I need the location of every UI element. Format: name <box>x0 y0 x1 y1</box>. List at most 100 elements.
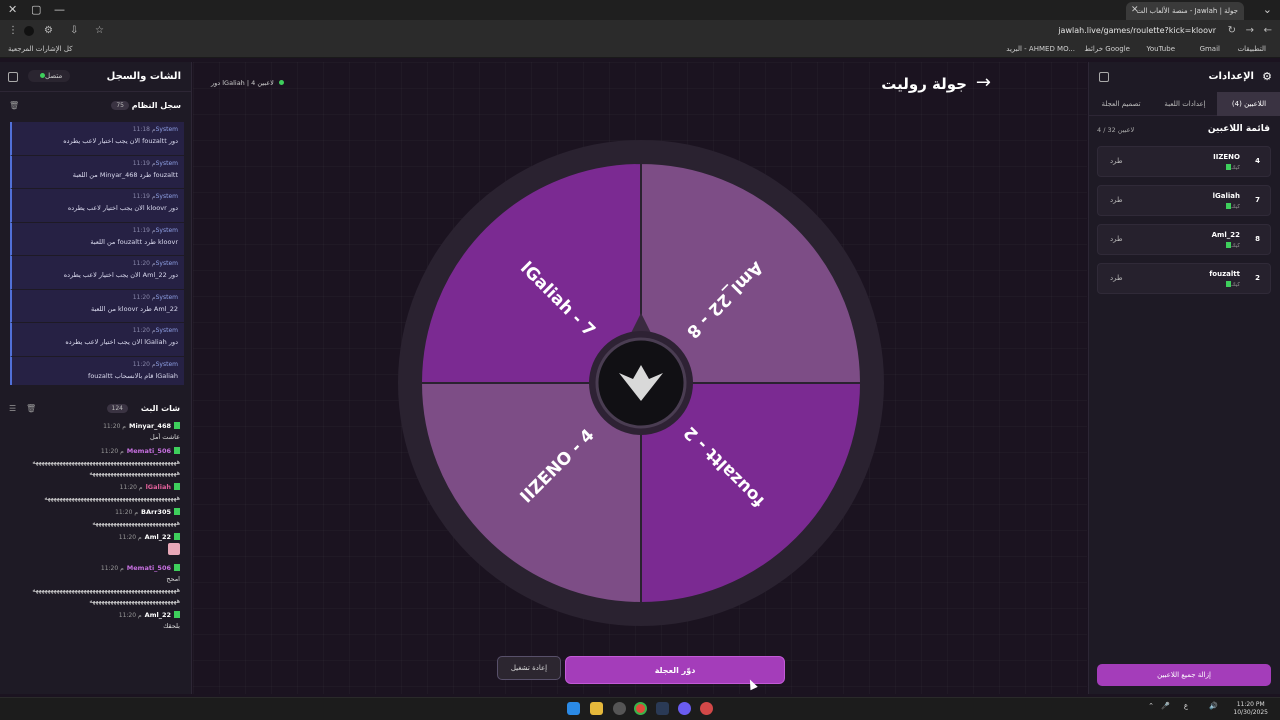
sticker-image <box>168 543 180 555</box>
kick-player-button[interactable]: طرد <box>1110 196 1123 204</box>
browser-tab[interactable]: ✕ جولة | Jawlah - منصة الألعاب الت <box>1126 2 1244 20</box>
log-time: 11:19 م <box>132 226 156 234</box>
log-time: 11:18 م <box>132 126 156 133</box>
reset-button[interactable]: إعادة تشغيل <box>497 656 561 680</box>
close-tab-icon[interactable]: ✕ <box>1131 5 1139 15</box>
bookmark-youtube[interactable]: YouTube <box>1147 45 1175 53</box>
extension-icon[interactable]: ⚙ <box>44 25 53 36</box>
system-clock[interactable]: 11:20 PM 10/30/2025 <box>1233 701 1268 717</box>
log-item: 11:20 مSystem lGaliah قام بالانسحاب fouza… <box>10 356 184 385</box>
collapse-panel-icon[interactable] <box>8 72 18 82</box>
log-text: fouzaltt طرد Minyar_468 من اللعبة <box>72 170 178 179</box>
trash-icon[interactable]: 🗑 <box>26 404 36 413</box>
profile-avatar[interactable] <box>24 26 34 36</box>
settings-panel: ⚙ الإعدادات اللاعبين (4) إعدادات اللعبة … <box>1088 62 1280 694</box>
log-item: 11:20 مSystem دور Aml_22 الان يجب اختيار … <box>10 256 184 290</box>
tab-wheel-design[interactable]: تصميم العجلة <box>1089 92 1153 116</box>
chat-user: 11:20 م BArr305 <box>10 508 180 516</box>
all-bookmarks[interactable]: كل الإشارات المرجعية <box>8 45 73 53</box>
log-text: دور Aml_22 الان يجب اختيار لاعب يطرده <box>63 271 178 279</box>
chat-username[interactable]: Minyar_468 <box>129 422 171 430</box>
tray-chevron-icon[interactable]: ⌃ <box>1148 702 1154 710</box>
roulette-wheel[interactable]: lGaliah - 7 Aml_22 - 8 fouzaltt - 2 IIZENO … <box>396 138 886 628</box>
chat-user: 11:20 م Memati_506 <box>10 447 180 455</box>
steam-icon[interactable] <box>656 702 669 715</box>
menu-icon[interactable]: ⋮ <box>8 25 18 36</box>
discord-icon[interactable] <box>678 702 691 715</box>
bookmark-gmail[interactable]: Gmail <box>1200 45 1220 53</box>
settings-app-icon[interactable] <box>613 702 626 715</box>
restore-window-icon[interactable]: ▢ <box>31 3 41 16</box>
settings-title: الإعدادات <box>1208 71 1254 82</box>
log-sender: System <box>155 327 178 334</box>
address-bar: ⋮ ⚙ ⇩ ☆ jawlah.live/games/roulette?kick=… <box>0 20 1280 42</box>
chat-message: 11:20 م Memati_506 ههههههههههههههههههههههه… <box>10 447 180 477</box>
chat-text: ههههههههههههههههههههههههههههه <box>92 519 180 527</box>
menu-lines-icon[interactable]: ☰ <box>9 404 16 413</box>
url-field[interactable]: jawlah.live/games/roulette?kick=kloovr <box>1058 26 1216 35</box>
tab-game-settings[interactable]: إعدادات اللعبة <box>1153 92 1217 116</box>
platform-label: كيك <box>1231 282 1240 288</box>
kick-player-button[interactable]: طرد <box>1110 274 1123 282</box>
tab-search-icon[interactable]: ⌄ <box>1263 3 1272 16</box>
back-arrow-icon[interactable]: → <box>976 72 991 93</box>
log-item: 11:20 مSystem دور lGaliah الان يجب اختيار… <box>10 323 184 357</box>
collapse-panel-icon[interactable] <box>1099 72 1109 82</box>
platform-label: كيك <box>1231 204 1240 210</box>
player-row: 4 IIZENO كيك طرد <box>1097 146 1271 177</box>
minimize-window-icon[interactable]: — <box>54 3 65 16</box>
windows-start-icon[interactable] <box>567 702 580 715</box>
gear-icon: ⚙ <box>1262 70 1272 83</box>
back-icon[interactable]: ← <box>1264 25 1272 36</box>
log-time: 11:20 م <box>132 360 156 368</box>
log-sender: System <box>155 293 178 301</box>
close-window-icon[interactable]: ✕ <box>8 3 17 16</box>
player-number: 8 <box>1255 235 1260 243</box>
chat-time: 11:20 م <box>100 448 124 455</box>
chat-username[interactable]: BArr305 <box>141 508 171 516</box>
download-icon[interactable]: ⇩ <box>70 25 78 36</box>
reload-icon[interactable]: ↻ <box>1228 25 1236 36</box>
players-list-title: قائمة اللاعبين <box>1207 124 1270 134</box>
chat-username[interactable]: Memati_506 <box>127 447 171 455</box>
chat-username[interactable]: Memati_506 <box>127 564 171 572</box>
log-meta: 11:19 مSystem <box>129 160 178 167</box>
live-chat-list[interactable]: 11:20 م Minyar_468 عاشت أمل 11:20 م Memati_5… <box>0 422 190 692</box>
player-row: 2 fouzaltt كيك طرد <box>1097 263 1271 294</box>
kick-player-button[interactable]: طرد <box>1110 235 1123 243</box>
remove-all-players-button[interactable]: إزالة جميع اللاعبين <box>1097 664 1271 686</box>
microphone-icon[interactable]: 🎤 <box>1161 702 1170 710</box>
tab-players[interactable]: اللاعبين (4) <box>1217 92 1280 116</box>
chat-username[interactable]: Aml_22 <box>145 611 171 619</box>
live-chat-header: 🗑 ☰ 124 شات البث <box>0 395 190 419</box>
file-explorer-icon[interactable] <box>590 702 603 715</box>
kick-badge-icon <box>174 564 180 571</box>
system-log-list[interactable]: 11:18 م System دور fouzaltt الان يجب اختيا… <box>0 122 190 385</box>
app-icon[interactable] <box>700 702 713 715</box>
kick-badge-icon <box>174 447 180 454</box>
live-chat-count: 124 <box>106 404 128 413</box>
bookmark-mail[interactable]: البريد - AHMED MO... <box>1006 45 1075 53</box>
log-meta: 11:20 مSystem <box>129 294 178 301</box>
player-platform: كيك <box>1224 242 1240 249</box>
bookmark-maps[interactable]: خرائط Google <box>1084 45 1130 53</box>
language-indicator[interactable]: ع <box>1184 702 1188 710</box>
forward-icon[interactable]: → <box>1246 25 1254 36</box>
chat-user: 11:20 م lGaliah <box>10 483 180 491</box>
network-volume-icons[interactable]: 🔊 <box>1209 702 1218 710</box>
player-name: fouzaltt <box>1209 270 1240 278</box>
log-text: دور fouzaltt الان يجب اختيار لاعب يطرده <box>63 137 178 145</box>
kick-badge-icon <box>174 483 180 490</box>
chrome-icon[interactable] <box>634 702 647 715</box>
chat-username[interactable]: lGaliah <box>146 483 171 491</box>
trash-icon[interactable]: 🗑 <box>9 101 19 110</box>
chat-username[interactable]: Aml_22 <box>145 533 171 541</box>
chat-user: 11:20 م Aml_22 <box>10 611 180 619</box>
system-log-title: سجل النظام <box>131 101 181 110</box>
roulette-game-area: دور lGaliah | 4 لاعبين جولة روليت → lGal… <box>193 62 1087 694</box>
chat-message: 11:20 م BArr305 هههههههههههههههههههههههههه… <box>10 508 180 527</box>
log-text: Aml_22 طرد kloovr من اللعبة <box>90 304 178 313</box>
bookmark-apps[interactable]: التطبيقات <box>1238 45 1266 53</box>
bookmark-star-icon[interactable]: ☆ <box>95 25 104 36</box>
kick-player-button[interactable]: طرد <box>1110 157 1123 165</box>
